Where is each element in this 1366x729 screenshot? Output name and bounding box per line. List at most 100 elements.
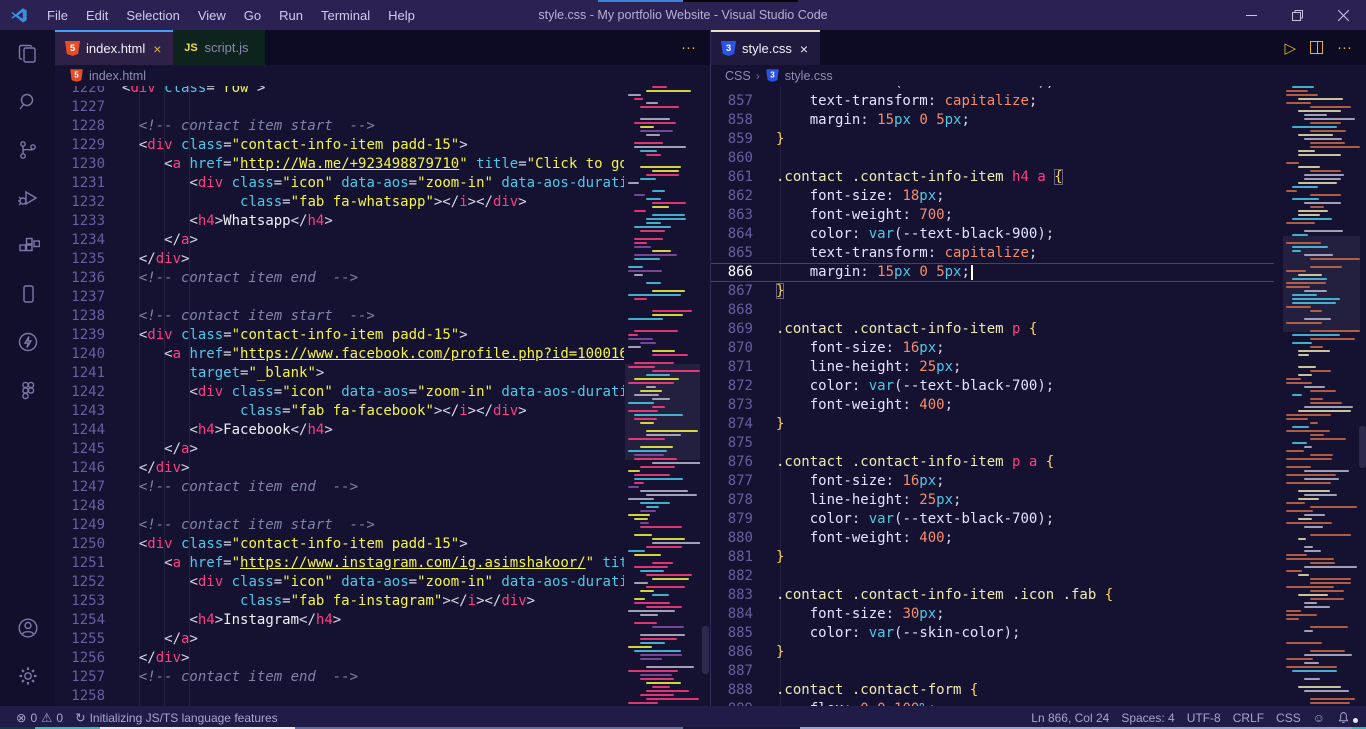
minimap[interactable] [625,86,700,706]
code-line[interactable]: 862font-size: 18px; [711,187,1274,206]
more-actions-icon[interactable]: ··· [1337,39,1352,56]
scrollbar[interactable] [702,626,709,674]
code-line[interactable]: 1227 [55,98,624,117]
code-line[interactable]: 884font-size: 30px; [711,605,1274,624]
indentation-setting[interactable]: Spaces: 4 [1115,711,1180,725]
search-icon[interactable] [0,78,55,126]
code-line[interactable]: 1233<h4>Whatsapp</h4> [55,212,624,231]
thunder-client-icon[interactable] [0,318,55,366]
css-code-editor[interactable]: 856color: var(--text-black-900);857text-… [711,86,1366,706]
run-preview-icon[interactable]: ▷ [1284,39,1296,57]
code-line[interactable]: 1245</a> [55,440,624,459]
menu-selection[interactable]: Selection [117,8,188,23]
code-line[interactable]: 879color: var(--text-black-700); [711,510,1274,529]
code-line[interactable]: 1226<div class="row"> [55,86,624,98]
menu-run[interactable]: Run [270,8,312,23]
code-line[interactable]: 1252<div class="icon" data-aos="zoom-in"… [55,573,624,592]
code-line[interactable]: 1254<h4>Instagram</h4> [55,611,624,630]
code-line[interactable]: 874} [711,415,1274,434]
minimap[interactable] [1283,86,1360,706]
problems-indicator[interactable]: ⊗ 0 ⚠ 0 [10,710,69,725]
code-line[interactable]: 886} [711,643,1274,662]
split-editor-icon[interactable] [1310,41,1323,54]
menu-help[interactable]: Help [379,8,424,23]
minimize-button[interactable] [1228,0,1274,30]
explorer-icon[interactable] [0,30,55,78]
code-line[interactable]: 1247<!-- contact item end --> [55,478,624,497]
code-line[interactable]: 872color: var(--text-black-700); [711,377,1274,396]
code-line[interactable]: 1231<div class="icon" data-aos="zoom-in"… [55,174,624,193]
breadcrumb-file[interactable]: style.css [785,69,833,83]
code-line[interactable]: 1241target="_blank"> [55,364,624,383]
code-line[interactable]: 1256</div> [55,649,624,668]
code-line[interactable]: 1234</a> [55,231,624,250]
menu-edit[interactable]: Edit [77,8,117,23]
left-breadcrumb[interactable]: 5 index.html [55,65,710,86]
code-line[interactable]: 1255</a> [55,630,624,649]
code-line[interactable]: 1243class="fab fa-facebook"></i></div> [55,402,624,421]
mobile-preview-icon[interactable] [0,270,55,318]
close-tab-icon[interactable]: × [798,41,810,57]
code-line[interactable]: 1246</div> [55,459,624,478]
encoding-setting[interactable]: UTF-8 [1181,711,1227,725]
code-line[interactable]: 885color: var(--skin-color); [711,624,1274,643]
code-line[interactable]: 1244<h4>Facebook</h4> [55,421,624,440]
code-line[interactable]: 888.contact .contact-form { [711,681,1274,700]
notifications-bell-icon[interactable] [1331,711,1356,724]
code-line[interactable]: 881} [711,548,1274,567]
code-line[interactable]: 1242<div class="icon" data-aos="zoom-in"… [55,383,624,402]
code-line[interactable]: 865text-transform: capitalize; [711,244,1274,263]
code-line[interactable]: 1248 [55,497,624,516]
code-line[interactable]: 1239<div class="contact-info-item padd-1… [55,326,624,345]
language-status[interactable]: ↻ Initializing JS/TS language features [69,710,284,725]
breadcrumb-file[interactable]: index.html [89,69,146,83]
tab-script-js[interactable]: JS script.js [173,30,264,65]
cursor-position[interactable]: Ln 866, Col 24 [1025,711,1115,725]
code-line[interactable]: 1258 [55,687,624,706]
code-line[interactable]: 860 [711,149,1274,168]
source-control-icon[interactable] [0,126,55,174]
code-line[interactable]: 1250<div class="contact-info-item padd-1… [55,535,624,554]
figma-icon[interactable] [0,366,55,414]
code-line[interactable]: 866margin: 15px 0 5px; [711,263,1274,282]
code-line[interactable]: 877font-size: 16px; [711,472,1274,491]
run-debug-icon[interactable] [0,174,55,222]
code-line[interactable]: 1253class="fab fa-instagram"></i></div> [55,592,624,611]
code-line[interactable]: 857text-transform: capitalize; [711,92,1274,111]
code-line[interactable]: 1236<!-- contact item end --> [55,269,624,288]
code-line[interactable]: 1235</div> [55,250,624,269]
code-line[interactable]: 861.contact .contact-info-item h4 a { [711,168,1274,187]
code-line[interactable]: 870font-size: 16px; [711,339,1274,358]
code-line[interactable]: 1237 [55,288,624,307]
code-line[interactable]: 867} [711,282,1274,301]
menu-view[interactable]: View [189,8,235,23]
menu-file[interactable]: File [38,8,77,23]
tab-index-html[interactable]: 5 index.html × [55,30,173,65]
breadcrumb-folder[interactable]: CSS [725,69,751,83]
settings-gear-icon[interactable] [0,652,55,700]
eol-setting[interactable]: CRLF [1227,711,1270,725]
code-line[interactable]: 880font-weight: 400; [711,529,1274,548]
code-line[interactable]: 863font-weight: 700; [711,206,1274,225]
code-line[interactable]: 878line-height: 25px; [711,491,1274,510]
restore-button[interactable] [1274,0,1320,30]
code-line[interactable]: 875 [711,434,1274,453]
code-line[interactable]: 1257<!-- contact item end --> [55,668,624,687]
code-line[interactable]: 858margin: 15px 0 5px; [711,111,1274,130]
right-breadcrumb[interactable]: CSS › 3 style.css [711,65,1366,86]
code-line[interactable]: 883.contact .contact-info-item .icon .fa… [711,586,1274,605]
code-line[interactable]: 868 [711,301,1274,320]
close-window-button[interactable] [1320,0,1366,30]
code-line[interactable]: 869.contact .contact-info-item p { [711,320,1274,339]
code-line[interactable]: 1228<!-- contact item start --> [55,117,624,136]
code-line[interactable]: 1251<a href="https://www.instagram.com/i… [55,554,624,573]
code-line[interactable]: 887 [711,662,1274,681]
code-line[interactable]: 1249<!-- contact item start --> [55,516,624,535]
code-line[interactable]: 876.contact .contact-info-item p a { [711,453,1274,472]
code-line[interactable]: 1238<!-- contact item start --> [55,307,624,326]
tab-style-css[interactable]: 3 style.css × [711,30,820,65]
code-line[interactable]: 864color: var(--text-black-900); [711,225,1274,244]
more-actions-icon[interactable]: ··· [681,39,696,56]
close-tab-icon[interactable]: × [151,41,163,57]
code-line[interactable]: 873font-weight: 400; [711,396,1274,415]
